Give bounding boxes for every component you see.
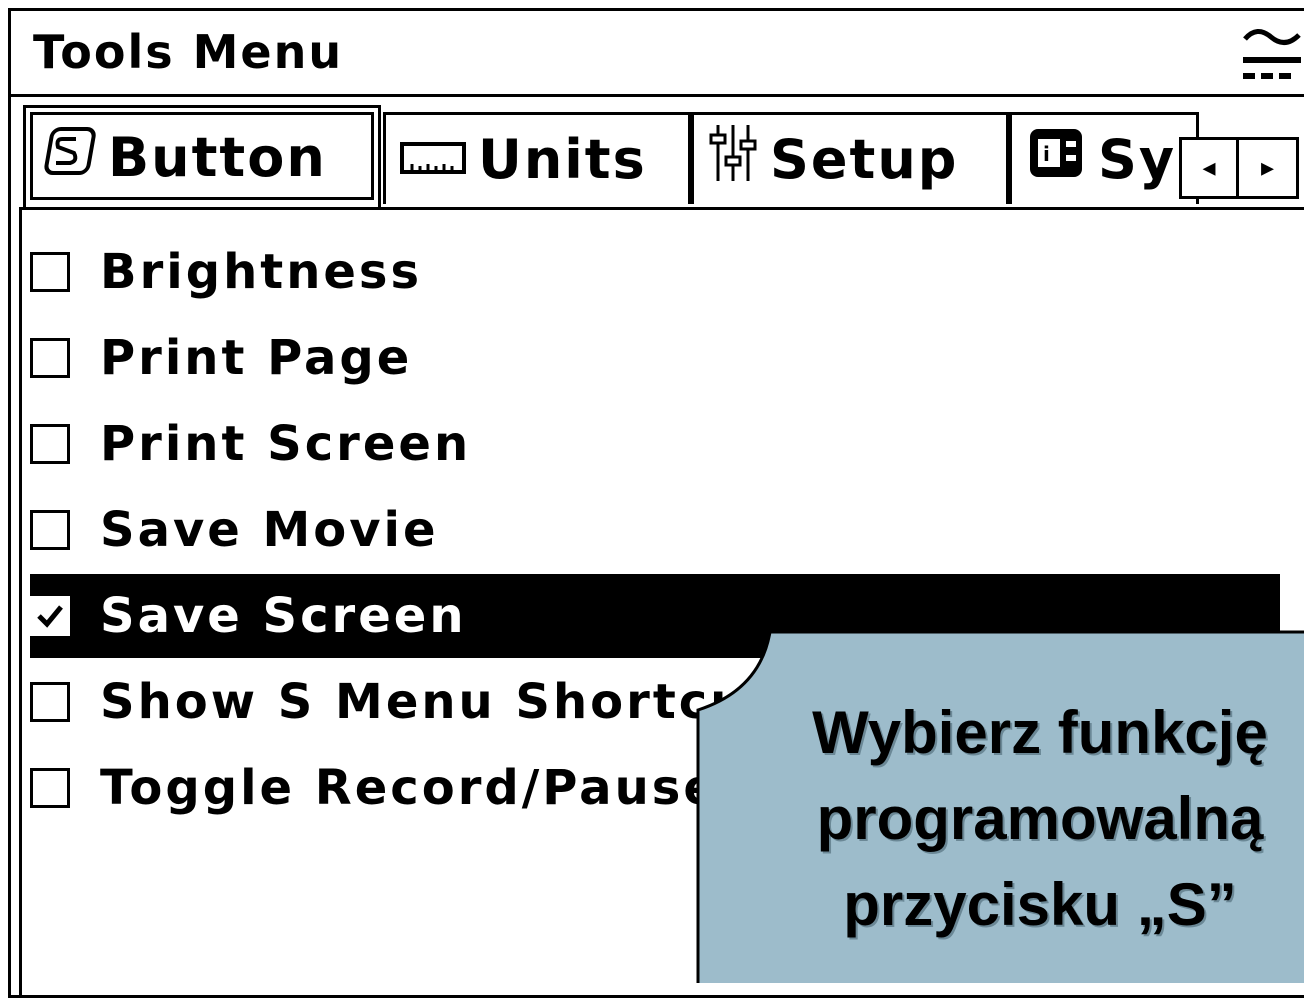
list-item-label: Show S Menu Shortcut [100,674,774,730]
checkbox[interactable] [30,252,70,292]
checkbox[interactable] [30,768,70,808]
svg-text:i: i [1043,142,1052,166]
tab-label: Button [108,126,327,189]
tab-setup[interactable]: Setup [691,112,1009,204]
tab-units[interactable]: Units [383,112,691,204]
list-item-label: Toggle Record/Pause [100,760,719,816]
checkbox[interactable] [30,338,70,378]
ruler-icon [400,128,466,191]
tab-system[interactable]: i Sy [1009,112,1199,204]
list-item[interactable]: Save Movie [30,488,1280,572]
system-info-icon: i [1026,125,1086,194]
window-title: Tools Menu [33,25,344,79]
checkbox-checked[interactable] [30,596,70,636]
tab-label: Units [478,128,647,191]
tab-button[interactable]: Button [23,105,381,207]
tab-scroll-controls: ◂ ▸ [1179,137,1304,199]
checkbox[interactable] [30,424,70,464]
list-item-label: Brightness [100,244,423,300]
list-item-selected[interactable]: Save Screen [30,574,1280,658]
list-item[interactable]: Brightness [30,230,1280,314]
tab-row: Button Units Setup i Sy ◂ ▸ [11,97,1304,207]
tools-menu-window: Tools Menu Button Units Setup i Sy ◂ ▸ B… [8,8,1304,998]
list-item-label: Save Movie [100,502,439,558]
sliders-icon [708,121,758,198]
list-item-label: Print Screen [100,416,472,472]
tab-scroll-left-button[interactable]: ◂ [1179,137,1239,199]
connection-signal-icon[interactable] [1237,21,1304,91]
button-function-list: Brightness Print Page Print Screen Save … [19,207,1304,995]
s-button-icon [40,123,96,192]
checkbox[interactable] [30,682,70,722]
list-item[interactable]: Show S Menu Shortcut [30,660,1280,744]
checkbox[interactable] [30,510,70,550]
list-item[interactable]: Print Screen [30,402,1280,486]
check-mark-icon [37,605,63,628]
list-item-label: Print Page [100,330,413,386]
title-bar: Tools Menu [11,11,1304,97]
list-item[interactable]: Toggle Record/Pause [30,746,1280,830]
list-item[interactable]: Print Page [30,316,1280,400]
tab-scroll-right-button[interactable]: ▸ [1239,137,1299,199]
list-item-label: Save Screen [100,588,467,644]
tab-label: Sy [1098,128,1177,191]
tab-label: Setup [770,128,959,191]
